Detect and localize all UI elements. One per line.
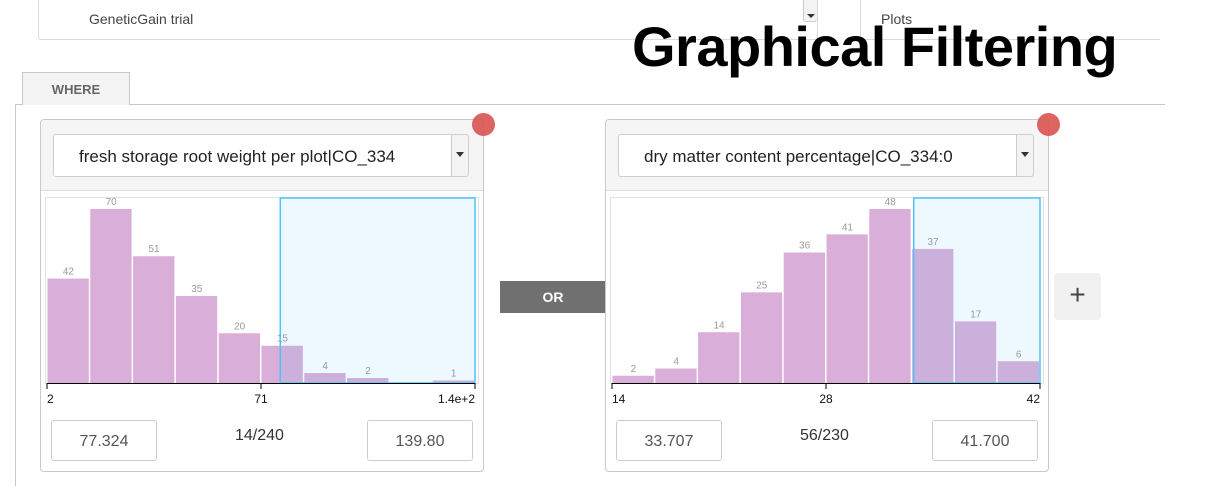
bar-count-label: 70 <box>106 197 118 208</box>
add-filter-button[interactable]: + <box>1054 273 1101 320</box>
min-value-field-1[interactable]: 77.324 <box>51 420 157 461</box>
overlay-title: Graphical Filtering <box>632 15 1118 78</box>
bar-count-label: 20 <box>234 321 246 332</box>
bar-count-label: 51 <box>148 244 160 255</box>
filter-card-2: dry matter content percentage|CO_334:0 2… <box>605 113 1060 472</box>
histogram-bar <box>740 292 783 383</box>
axis-tick-label: 42 <box>1027 392 1041 406</box>
axis-tick-label: 2 <box>47 392 54 406</box>
histogram-bar <box>47 278 89 383</box>
trait-select-1[interactable]: fresh storage root weight per plot|CO_33… <box>53 134 469 177</box>
filter-card-1: fresh storage root weight per plot|CO_33… <box>40 113 495 472</box>
min-value-field-2[interactable]: 33.707 <box>616 420 722 461</box>
histogram-bar <box>612 375 654 383</box>
tab-where[interactable]: WHERE <box>22 72 130 105</box>
histogram-1[interactable]: 4270513520154 2 12 71 1.4e+2 <box>45 197 479 429</box>
trait-select-2[interactable]: dry matter content percentage|CO_334:0 <box>618 134 1034 177</box>
bar-count-label: 48 <box>885 197 897 208</box>
trait-select-value: dry matter content percentage|CO_334:0 <box>644 147 953 166</box>
bar-count-label: 42 <box>63 267 75 278</box>
histogram-bar <box>826 234 868 383</box>
bar-count-label: 35 <box>191 284 203 295</box>
max-value-field-1[interactable]: 139.80 <box>367 420 473 461</box>
bar-count-label: 2 <box>631 364 637 375</box>
max-value-field-2[interactable]: 41.700 <box>932 420 1038 461</box>
bar-count-label: 41 <box>842 222 854 233</box>
filter-card-header: dry matter content percentage|CO_334:0 <box>606 120 1048 191</box>
or-connector: OR <box>500 281 606 313</box>
axis-tick-label: 71 <box>254 392 268 406</box>
axis-tick-label: 1.4e+2 <box>438 392 475 406</box>
filter-card-header: fresh storage root weight per plot|CO_33… <box>41 120 483 191</box>
histogram-bar <box>655 368 697 383</box>
histogram-bar <box>698 332 740 383</box>
axis-tick-label: 14 <box>612 392 626 406</box>
brush-selection[interactable] <box>279 197 476 384</box>
selection-count-2: 56/230 <box>800 427 849 444</box>
remove-filter-button[interactable] <box>1037 113 1060 136</box>
bar-count-label: 4 <box>673 357 679 368</box>
histogram-bar <box>133 256 175 383</box>
bar-count-label: 14 <box>713 320 725 331</box>
histogram-bar <box>90 209 132 383</box>
histogram-bar <box>218 333 260 383</box>
selection-count-1: 14/240 <box>235 427 284 444</box>
chevron-down-icon[interactable] <box>451 135 468 176</box>
chevron-down-icon[interactable] <box>1016 135 1033 176</box>
brush-selection[interactable] <box>912 197 1041 384</box>
histogram-bar <box>175 296 218 383</box>
histogram-bar <box>783 252 825 383</box>
trial-select-value: GeneticGain trial <box>89 11 194 27</box>
bar-count-label: 36 <box>799 241 811 252</box>
histogram-2[interactable]: 2414253641483717614 28 42 <box>610 197 1044 429</box>
axis-tick-label: 28 <box>819 392 833 406</box>
histogram-bar <box>869 209 911 383</box>
remove-filter-button[interactable] <box>472 113 495 136</box>
trait-select-value: fresh storage root weight per plot|CO_33… <box>79 147 396 166</box>
bar-count-label: 25 <box>756 280 768 291</box>
